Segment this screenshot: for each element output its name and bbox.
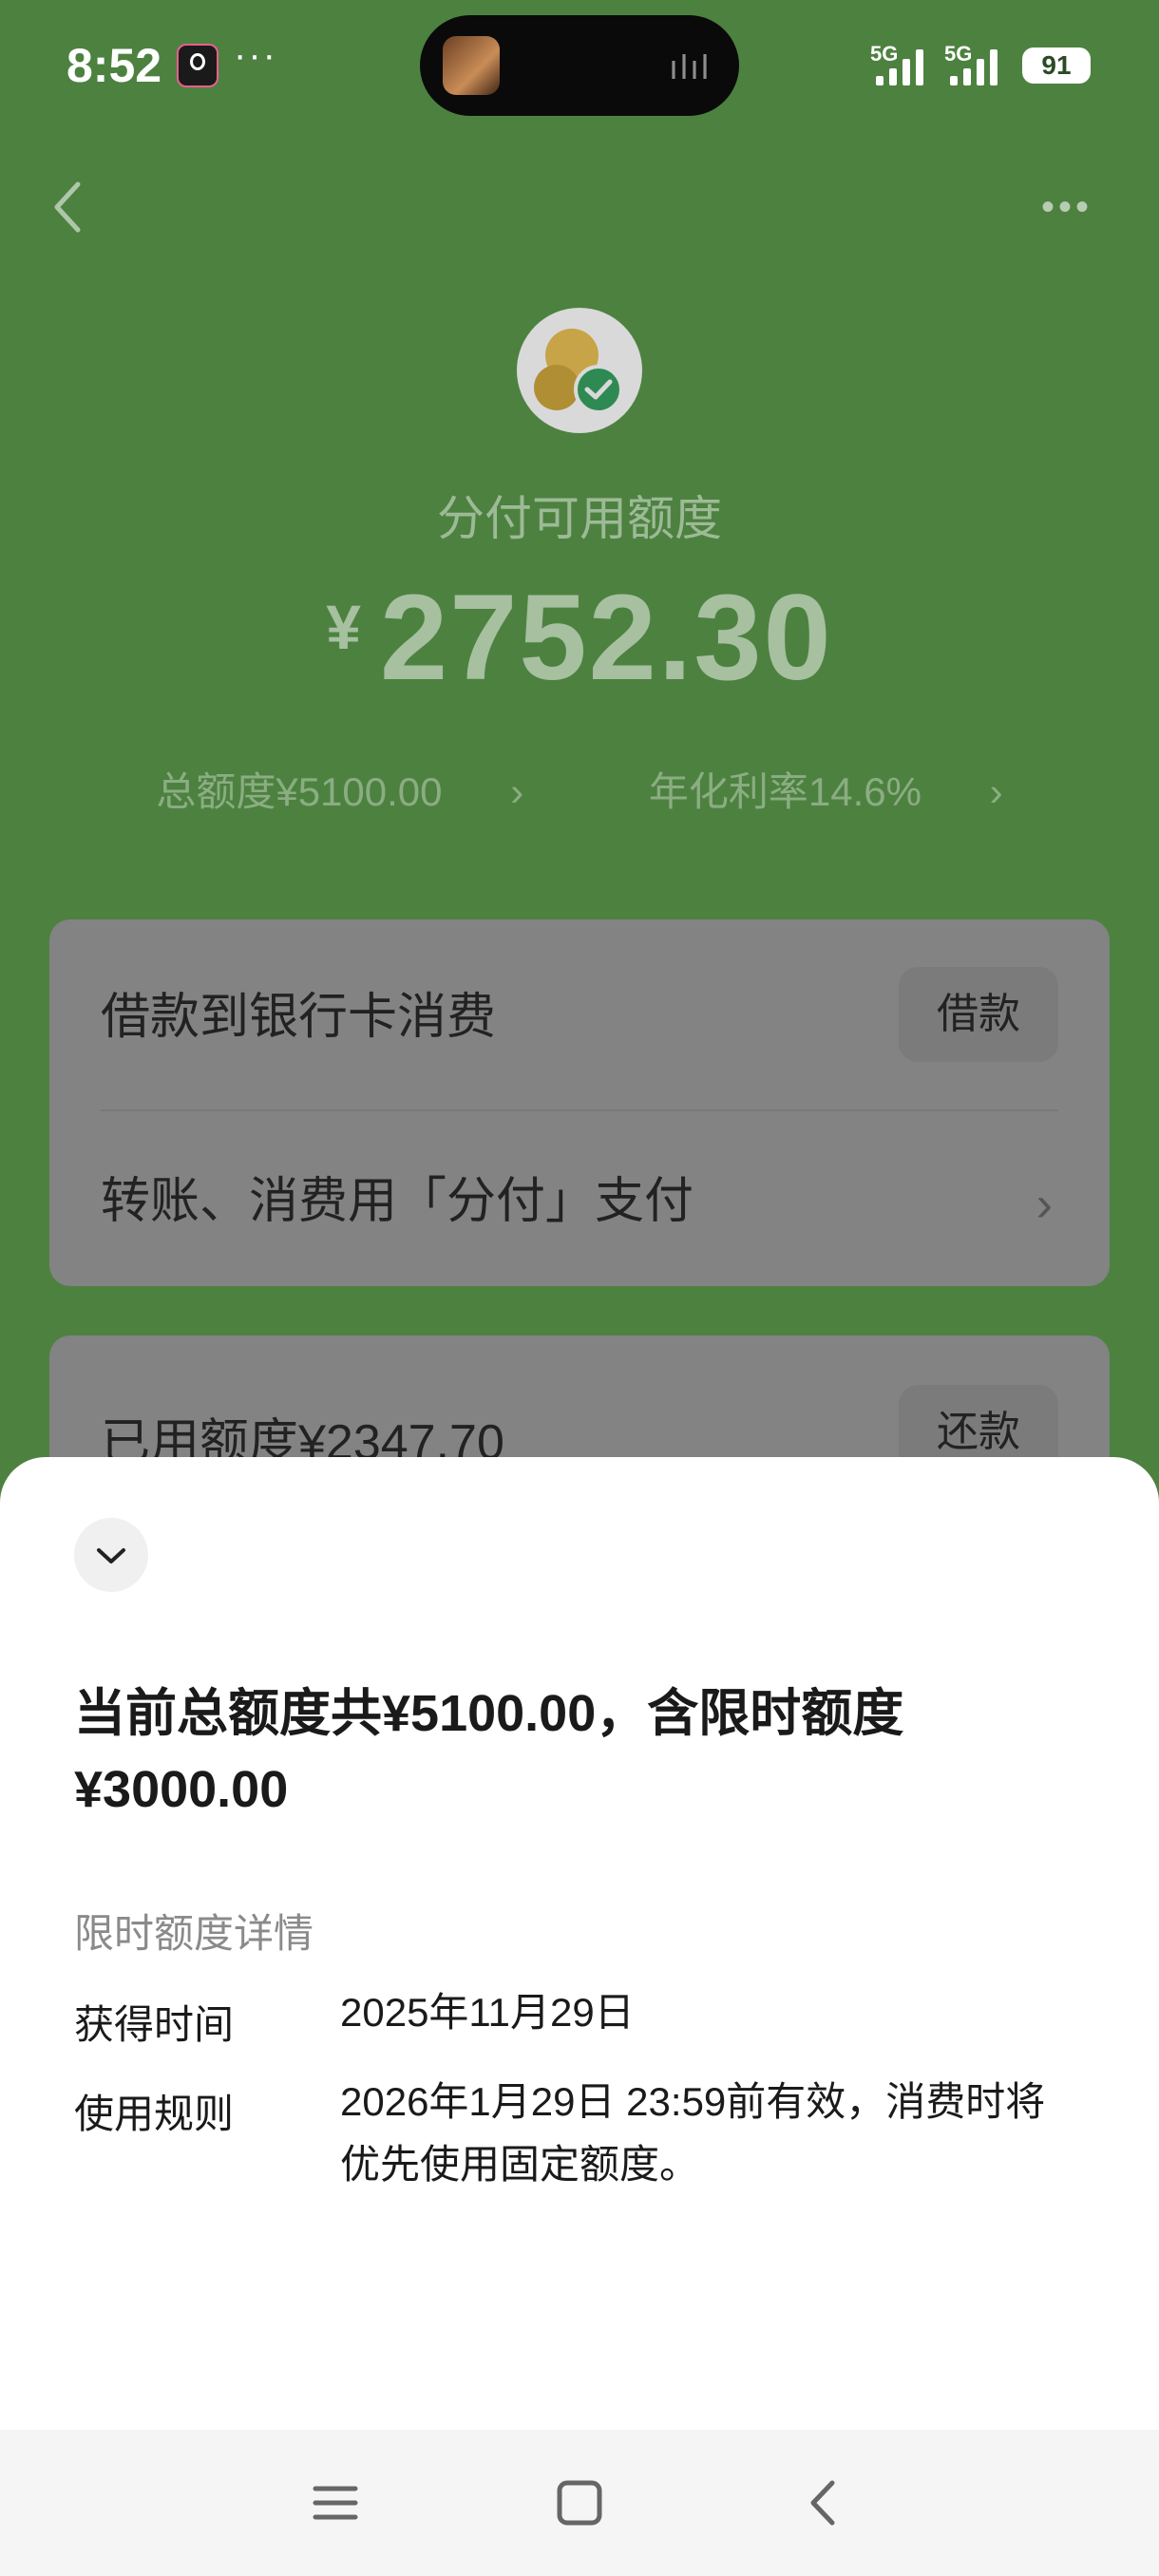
usage-rule-label: 使用规则 (74, 2092, 235, 2136)
borrow-card: 借款到银行卡消费 借款 转账、消费用「分付」支付 › (49, 919, 1110, 1286)
battery-level: 91 (1022, 47, 1091, 84)
obtain-time-label: 获得时间 (74, 2002, 235, 2047)
menu-icon (313, 2486, 358, 2520)
back-button[interactable] (49, 180, 87, 234)
system-navigation-bar (0, 2430, 1159, 2576)
fenfu-logo (517, 308, 642, 433)
chevron-left-icon (810, 2480, 835, 2526)
signal-bars-1-icon (876, 47, 931, 85)
currency-symbol: ¥ (326, 592, 362, 662)
status-bar: 8:52 ··· ılıl 5G 5G 91 (0, 0, 1159, 133)
square-icon (557, 2480, 602, 2526)
amount-value: 2752.30 (380, 570, 833, 706)
more-horizontal-icon: ••• (1041, 186, 1093, 228)
check-icon (584, 379, 613, 400)
limit-detail-sheet: 当前总额度共¥5100.00，含限时额度¥3000.00 限时额度详情 获得时间… (0, 1457, 1159, 2430)
divider (101, 1109, 1058, 1111)
collapse-sheet-button[interactable] (74, 1518, 148, 1592)
chevron-right-icon: › (989, 769, 1003, 814)
available-amount: ¥2752.30 (0, 568, 1159, 708)
chevron-left-icon (54, 181, 81, 233)
dynamic-island[interactable]: ılıl (420, 15, 739, 116)
borrow-button[interactable]: 借款 (899, 967, 1058, 1062)
annual-rate-text: 年化利率14.6% (648, 769, 922, 814)
pay-with-fenfu-row[interactable]: 转账、消费用「分付」支付 (101, 1161, 694, 1232)
obtain-time-value: 2025年11月29日 (340, 1990, 635, 2035)
more-options-button[interactable]: ••• (1041, 186, 1092, 229)
signal-bars-2-icon (950, 47, 1005, 85)
app-notification-icon (177, 44, 218, 87)
total-limit-text: 总额度¥5100.00 (156, 769, 443, 814)
available-limit-label: 分付可用额度 (437, 492, 722, 545)
chevron-right-icon: › (510, 769, 524, 814)
chevron-down-icon (97, 1548, 125, 1563)
audio-wave-icon: ılıl (669, 47, 711, 86)
limit-info-links: 总额度¥5100.00 › 年化利率14.6% › (0, 760, 1159, 818)
status-time: 8:52 (66, 39, 162, 92)
recent-apps-button[interactable] (302, 2470, 369, 2536)
total-limit-link[interactable]: 总额度¥5100.00 › (127, 769, 552, 814)
more-notifications-icon: ··· (234, 34, 277, 76)
temporary-limit-section-label: 限时额度详情 (74, 1911, 314, 1956)
home-button[interactable] (546, 2470, 613, 2536)
sheet-title: 当前总额度共¥5100.00，含限时额度¥3000.00 (74, 1685, 904, 1818)
system-back-button[interactable] (790, 2470, 857, 2536)
chevron-right-icon: › (1036, 1177, 1053, 1232)
borrow-to-bank-text: 借款到银行卡消费 (101, 990, 497, 1045)
annual-rate-link[interactable]: 年化利率14.6% › (620, 769, 1032, 814)
media-thumbnail (443, 36, 500, 95)
usage-rule-value: 2026年1月29日 23:59前有效，消费时将优先使用固定额度。 (340, 2079, 1046, 2187)
